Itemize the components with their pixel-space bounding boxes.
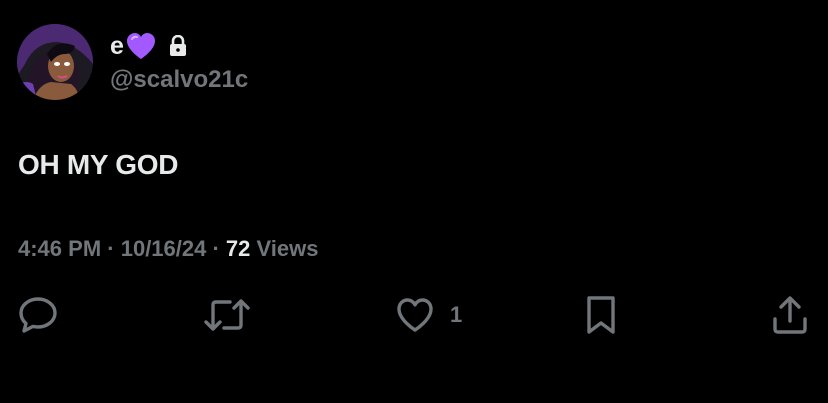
author-display-name[interactable]: e	[110, 31, 124, 61]
like-button[interactable]: 1	[396, 293, 462, 337]
purple-heart-icon	[126, 32, 156, 60]
share-icon	[771, 295, 809, 335]
meta-separator: ·	[101, 236, 121, 261]
reply-button[interactable]	[18, 293, 58, 337]
views-count: 72	[225, 236, 251, 261]
lock-icon	[169, 34, 187, 57]
heart-icon	[396, 297, 434, 333]
author-name-row[interactable]: e	[110, 31, 187, 61]
retweet-button[interactable]	[204, 293, 250, 337]
tweet-detail: e @scalvo21c OH MY GOD 4:46 PM · 10/16/2…	[0, 0, 828, 403]
bookmark-icon	[585, 295, 617, 335]
avatar[interactable]	[17, 24, 93, 100]
tweet-action-bar: 1	[0, 293, 828, 337]
tweet-text: OH MY GOD	[18, 149, 179, 180]
reply-icon	[18, 295, 58, 335]
author-handle[interactable]: @scalvo21c	[110, 66, 248, 94]
like-count: 1	[450, 302, 463, 327]
tweet-meta: 4:46 PM · 10/16/24 · 72 Views	[18, 235, 319, 263]
tweet-date[interactable]: 10/16/24	[121, 236, 207, 261]
tweet-time[interactable]: 4:46 PM	[18, 236, 101, 261]
retweet-icon	[204, 295, 250, 335]
views-label: Views	[250, 236, 319, 261]
bookmark-button[interactable]	[585, 293, 617, 337]
meta-separator: ·	[206, 236, 226, 261]
share-button[interactable]	[771, 293, 809, 337]
